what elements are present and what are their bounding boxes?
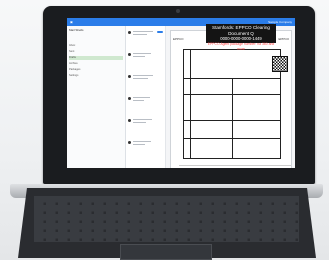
sidebar-item-packages[interactable]: Packages <box>69 68 123 72</box>
qr-code-icon <box>272 56 288 72</box>
list-item-line <box>133 122 146 123</box>
list-item-line <box>133 78 148 79</box>
laptop-trackpad <box>120 244 212 260</box>
sidebar-item-inbox[interactable]: Inbox <box>69 44 123 48</box>
banner-title: Stamfords: EPPCO Clearing Document Q <box>212 25 270 36</box>
list-item-button[interactable] <box>157 31 163 33</box>
product-photo: ▣ Sample Company Mail Shells Inbox Sent … <box>0 0 329 260</box>
avatar-icon <box>128 53 131 56</box>
document-banner: Stamfords: EPPCO Clearing Document Q 000… <box>206 24 276 51</box>
signature-area <box>179 165 291 168</box>
sidebar-item-drafts[interactable]: Drafts <box>69 56 123 60</box>
list-item[interactable] <box>128 52 163 62</box>
list-item[interactable] <box>128 74 163 84</box>
list-item-line <box>133 100 144 101</box>
form-divider <box>232 78 233 158</box>
list-item-line <box>133 97 150 98</box>
avatar-icon <box>128 141 131 144</box>
sidebar-item-settings[interactable]: Settings <box>69 74 123 78</box>
banner-warning: EPPCO Agent package number: na 360 and m… <box>207 41 275 52</box>
list-item[interactable] <box>128 30 163 40</box>
app-logo: ▣ <box>70 20 73 24</box>
brand-right: EPPCO <box>278 37 289 41</box>
list-item-line <box>133 119 152 120</box>
brand-left: EPPCO <box>173 37 184 41</box>
avatar-icon <box>128 119 131 122</box>
laptop-bezel: ▣ Sample Company Mail Shells Inbox Sent … <box>43 6 315 184</box>
list-item-line <box>133 75 153 76</box>
list-item-line <box>133 31 153 32</box>
document-viewer: EPPCO EPPCO Stamfords: EPPCO Clearing Do… <box>166 24 295 168</box>
list-item-line <box>133 141 151 142</box>
sidebar-item-archive[interactable]: Archive <box>69 62 123 66</box>
document-form-grid <box>183 49 288 159</box>
camera-icon <box>176 9 180 13</box>
form-divider <box>190 50 191 158</box>
laptop-keyboard <box>34 196 299 242</box>
list-item-line <box>133 144 145 145</box>
list-item[interactable] <box>128 96 163 106</box>
sidebar: Mail Shells Inbox Sent Drafts Archive Pa… <box>67 26 126 168</box>
laptop-screen: ▣ Sample Company Mail Shells Inbox Sent … <box>67 18 295 168</box>
sidebar-title: Mail Shells <box>69 28 84 32</box>
avatar-icon <box>128 31 131 34</box>
list-item-line <box>133 53 151 54</box>
avatar-icon <box>128 97 131 100</box>
list-item-line <box>133 34 147 35</box>
sidebar-item-sent[interactable]: Sent <box>69 50 123 54</box>
message-list <box>126 26 166 168</box>
list-item[interactable] <box>128 118 163 128</box>
list-item-line <box>133 56 145 57</box>
avatar-icon <box>128 75 131 78</box>
list-item[interactable] <box>128 140 163 150</box>
